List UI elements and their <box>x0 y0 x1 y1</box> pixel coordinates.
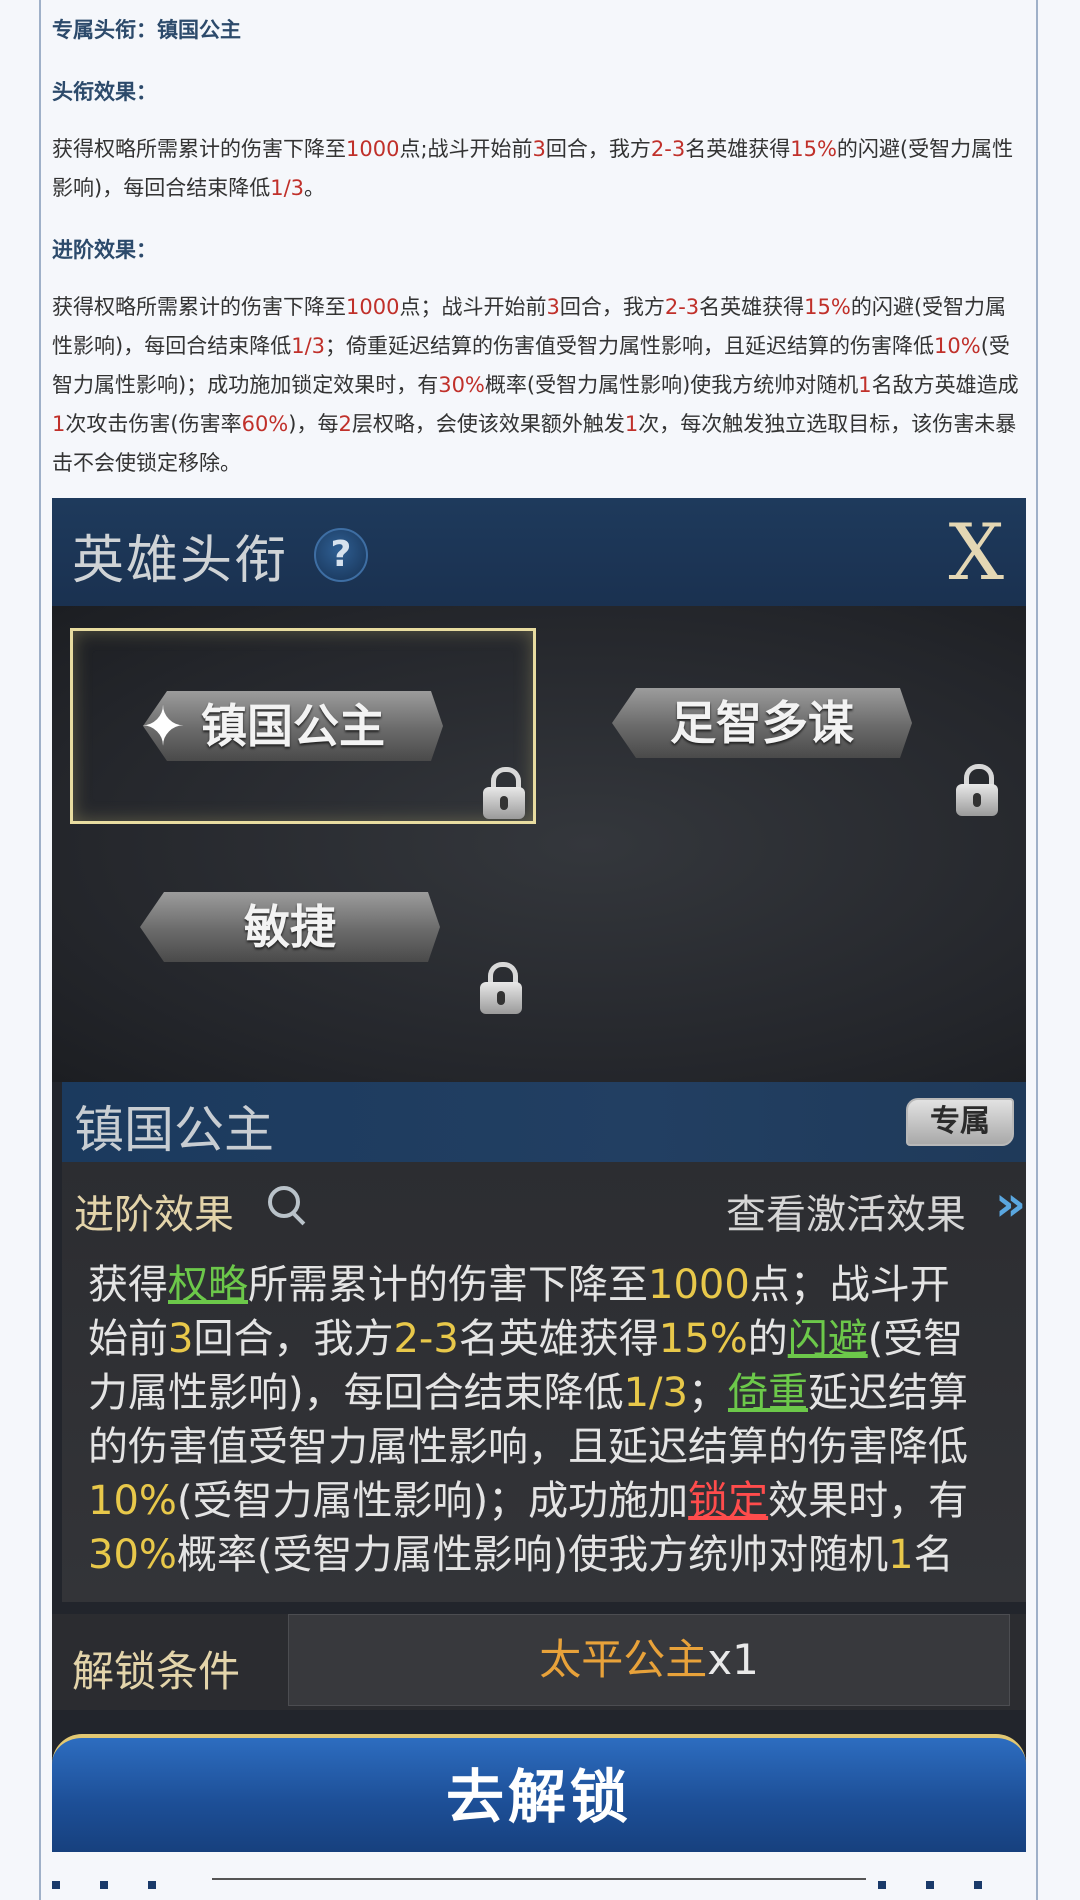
text-run: 概率(受智力属性影响)使我方统帅对随机 <box>176 1532 889 1578</box>
lock-icon <box>483 767 525 819</box>
text-run: 2-3 <box>664 295 700 319</box>
text-run: 获得 <box>88 1262 168 1308</box>
text-run: 1 <box>624 412 639 436</box>
text-run: 60% <box>241 412 289 436</box>
exclusive-badge: 专属 <box>906 1098 1014 1146</box>
text-run: (受智力属性影响)；成功施加 <box>176 1478 689 1524</box>
text-run: 30% <box>88 1532 177 1578</box>
text-run: 15% <box>658 1316 748 1362</box>
text-run: )，每 <box>288 412 339 436</box>
text-run: 15% <box>804 295 851 319</box>
text-run: 回合，我方 <box>193 1316 394 1362</box>
selected-title-name: 镇国公主 <box>74 1101 274 1159</box>
advanced-paragraph: 获得权略所需累计的伤害下降至1000点；战斗开始前3回合，我方2-3名英雄获得1… <box>52 288 1027 483</box>
unlock-item-quantity: x1 <box>707 1635 759 1684</box>
text-run: ； <box>687 1370 728 1416</box>
title-slot-zhenguogongzhu[interactable]: 镇国公主 ✦ <box>70 628 536 824</box>
star-icon: ✦ <box>140 695 186 758</box>
unlock-condition-row: 解锁条件 太平公主x1 <box>52 1614 1026 1710</box>
go-unlock-button[interactable]: 去解锁 <box>52 1734 1026 1852</box>
text-run: 效果时，有 <box>768 1478 969 1524</box>
text-run: ；倚重延迟结算的伤害值受智力属性影响，且延迟结算的伤害降低 <box>325 334 934 358</box>
text-run: 点；战斗开始前 <box>399 295 547 319</box>
text-run: 倚重 <box>727 1370 808 1416</box>
title-slot-zuzhiduomou[interactable]: 足智多谋 <box>542 628 1002 818</box>
text-run: 1 <box>888 1532 914 1578</box>
lock-icon <box>480 962 522 1014</box>
effect-paragraph: 获得权略所需累计的伤害下降至1000点;战斗开始前3回合，我方2-3名英雄获得1… <box>52 130 1027 208</box>
text-run: 回合，我方 <box>545 137 651 161</box>
text-run: 10% <box>934 334 981 358</box>
text-run: 名英雄获得 <box>458 1316 659 1362</box>
title-list: 镇国公主 ✦ 足智多谋 敏捷 <box>52 606 1026 1082</box>
title-slot-minjie[interactable]: 敏捷 <box>70 832 530 1022</box>
text-run: 。 <box>304 176 325 200</box>
text-run: 所需累计的伤害下降至 <box>248 1262 648 1308</box>
text-run: 1000 <box>346 137 400 161</box>
frame-right-border <box>1036 0 1038 1900</box>
text-run: 3 <box>532 137 546 161</box>
text-run: 3 <box>546 295 560 319</box>
unlock-item-name: 太平公主 <box>539 1635 708 1684</box>
game-screenshot: 英雄头衔 ? X 镇国公主 ✦ 足智多谋 敏捷 镇国公主 专属 进阶效果 查看激… <box>52 498 1026 1852</box>
lock-icon <box>956 764 998 816</box>
title-ribbon: 敏捷 <box>140 892 440 962</box>
text-run: 层权略，会使该效果额外触发 <box>351 412 625 436</box>
text-run: 回合，我方 <box>559 295 665 319</box>
view-activation-link[interactable]: 查看激活效果 <box>726 1182 966 1240</box>
effect-panel: 进阶效果 查看激活效果 » 获得权略所需累计的伤害下降至1000点；战斗开始前3… <box>62 1162 1026 1602</box>
search-icon[interactable] <box>268 1186 300 1218</box>
text-run: 30% <box>438 373 485 397</box>
text-run: 1/3 <box>623 1370 688 1416</box>
footer-dots-right <box>878 1874 1022 1889</box>
text-run: 1000 <box>648 1262 750 1308</box>
text-run: 2-3 <box>650 137 686 161</box>
text-run: 锁定 <box>688 1478 769 1524</box>
text-run: 的 <box>747 1316 788 1362</box>
text-run: 1000 <box>346 295 400 319</box>
text-run: 次攻击伤害(伤害率 <box>65 412 242 436</box>
text-run: 闪避 <box>787 1316 868 1362</box>
panel-title: 英雄头衔 <box>72 531 289 591</box>
frame-left-border <box>39 0 41 1900</box>
unlock-condition-label: 解锁条件 <box>72 1647 241 1696</box>
text-run: 1 <box>858 373 872 397</box>
advanced-heading: 进阶效果： <box>52 238 157 262</box>
close-icon[interactable]: X <box>948 508 1004 598</box>
effect-description[interactable]: 获得权略所需累计的伤害下降至1000点；战斗开始前3回合，我方2-3名英雄获得1… <box>88 1258 988 1588</box>
text-run: 2-3 <box>393 1316 459 1362</box>
text-run: 1/3 <box>291 334 325 358</box>
text-run: 1 <box>52 412 66 436</box>
exclusive-title: 专属头衔：镇国公主 <box>52 18 241 42</box>
text-run: 名英雄获得 <box>685 137 791 161</box>
text-run: 名英雄获得 <box>699 295 805 319</box>
title-ribbon: 足智多谋 <box>612 688 912 758</box>
selected-title-header: 镇国公主 专属 <box>62 1082 1026 1162</box>
text-run: 15% <box>790 137 837 161</box>
text-run: 次 <box>353 1586 393 1588</box>
hero-title-header: 英雄头衔 ? X <box>52 498 1026 606</box>
text-run: 1/3 <box>270 176 304 200</box>
text-run: 权略 <box>168 1262 248 1308</box>
double-chevron-right-icon[interactable]: » <box>995 1176 1026 1232</box>
text-run: 概率(受智力属性影响)使我方统帅对随机 <box>484 373 859 397</box>
text-run: 10% <box>88 1478 177 1524</box>
unlock-condition-value: 太平公主x1 <box>288 1614 1010 1706</box>
text-run: 名敌方英雄造成 <box>871 373 1019 397</box>
text-run: 获得权略所需累计的伤害下降至 <box>52 137 346 161</box>
text-run: 获得权略所需累计的伤害下降至 <box>52 295 346 319</box>
footer-dots-left <box>52 1874 196 1889</box>
text-run: 2 <box>338 412 352 436</box>
text-run: 3 <box>168 1316 194 1362</box>
help-icon[interactable]: ? <box>314 528 368 582</box>
effect-heading: 头衔效果： <box>52 80 157 104</box>
text-run: 1 <box>328 1586 353 1588</box>
text-run: 点;战斗开始前 <box>399 137 533 161</box>
footer-divider <box>212 1878 866 1880</box>
effect-label: 进阶效果 <box>74 1192 234 1238</box>
